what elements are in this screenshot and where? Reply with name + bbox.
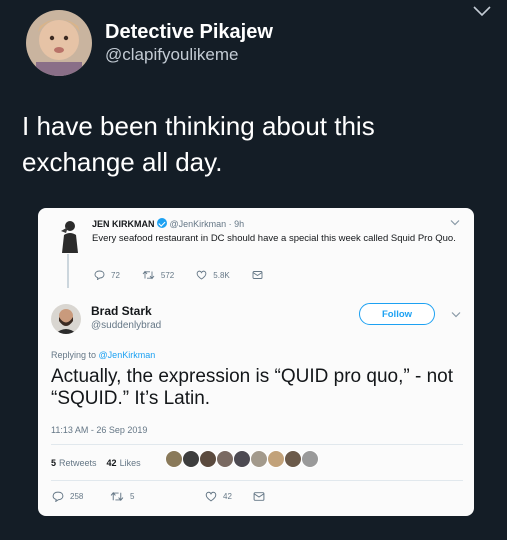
heart-icon (205, 491, 217, 502)
message-icon (252, 271, 263, 279)
liker-avatar[interactable] (233, 450, 251, 468)
likes-stat[interactable]: 42 Likes (107, 458, 141, 468)
chevron-down-icon[interactable] (451, 311, 461, 318)
liker-avatar[interactable] (216, 450, 234, 468)
quoted-tweet-text: Every seafood restaurant in DC should ha… (92, 233, 456, 244)
quoted-author-name[interactable]: JEN KIRKMAN (92, 219, 155, 229)
retweets-label: Retweets (59, 458, 97, 468)
reply-author-handle[interactable]: @suddenlybrad (91, 320, 161, 331)
retweet-count: 572 (160, 270, 175, 280)
liker-avatar[interactable] (165, 450, 183, 468)
liker-avatar[interactable] (267, 450, 285, 468)
like-button[interactable]: 5.8K (196, 270, 230, 280)
post-text: I have been thinking about this exchange… (22, 111, 375, 177)
chevron-down-icon[interactable] (450, 219, 460, 226)
avatar[interactable] (51, 304, 81, 334)
liker-avatars (165, 450, 319, 468)
replying-to: Replying to @JenKirkman (51, 350, 155, 360)
retweet-icon (110, 491, 124, 502)
liker-avatar[interactable] (284, 450, 302, 468)
retweet-button[interactable]: 5 (110, 491, 205, 502)
liker-avatar[interactable] (250, 450, 268, 468)
thread-line (67, 254, 69, 288)
follow-button[interactable]: Follow (359, 303, 435, 325)
post-header: Detective Pikajew @clapifyoulikeme (26, 10, 273, 76)
engagement-stats: 5 Retweets 42 Likes (51, 458, 151, 468)
avatar[interactable] (26, 10, 92, 76)
reply-button[interactable]: 258 (52, 491, 110, 502)
replying-to-handle[interactable]: @JenKirkman (99, 350, 156, 360)
quoted-avatar[interactable] (60, 219, 80, 253)
reply-icon (94, 270, 105, 280)
reply-button[interactable]: 72 (94, 270, 120, 280)
retweets-stat[interactable]: 5 Retweets (51, 458, 97, 468)
liker-avatar[interactable] (182, 450, 200, 468)
retweets-count: 5 (51, 458, 57, 468)
retweet-icon (142, 270, 155, 280)
reply-count: 72 (111, 270, 120, 280)
divider (51, 480, 463, 481)
like-count: 42 (223, 492, 232, 501)
liker-avatar[interactable] (199, 450, 217, 468)
chevron-down-icon[interactable] (471, 4, 493, 18)
tweet-timestamp[interactable]: 11:13 AM - 26 Sep 2019 (51, 425, 147, 435)
divider (51, 444, 463, 445)
retweet-button[interactable]: 572 (142, 270, 174, 280)
embedded-tweet-card: JEN KIRKMAN @JenKirkman · 9h Every seafoo… (38, 208, 474, 516)
likes-count: 42 (106, 458, 117, 468)
liker-avatar[interactable] (301, 450, 319, 468)
reply-icon (52, 491, 64, 502)
retweet-count: 5 (130, 492, 135, 501)
replying-to-label: Replying to (51, 350, 97, 360)
user-handle[interactable]: @clapifyoulikeme (105, 44, 273, 66)
reply-author-name[interactable]: Brad Stark (91, 304, 152, 318)
like-count: 5.8K (213, 270, 230, 280)
message-icon (253, 492, 265, 501)
reply-count: 258 (70, 492, 84, 501)
display-name[interactable]: Detective Pikajew (105, 20, 273, 44)
verified-badge-icon (156, 218, 167, 228)
message-button[interactable] (253, 491, 271, 502)
reply-tweet-text: Actually, the expression is “QUID pro qu… (51, 366, 453, 409)
message-button[interactable] (252, 270, 269, 280)
like-button[interactable]: 42 (205, 491, 253, 502)
heart-icon (197, 270, 207, 280)
quoted-author-handle[interactable]: @JenKirkman · 9h (170, 219, 245, 229)
quoted-tweet[interactable]: JEN KIRKMAN @JenKirkman · 9h Every seafoo… (38, 208, 474, 288)
likes-label: Likes (119, 458, 141, 468)
